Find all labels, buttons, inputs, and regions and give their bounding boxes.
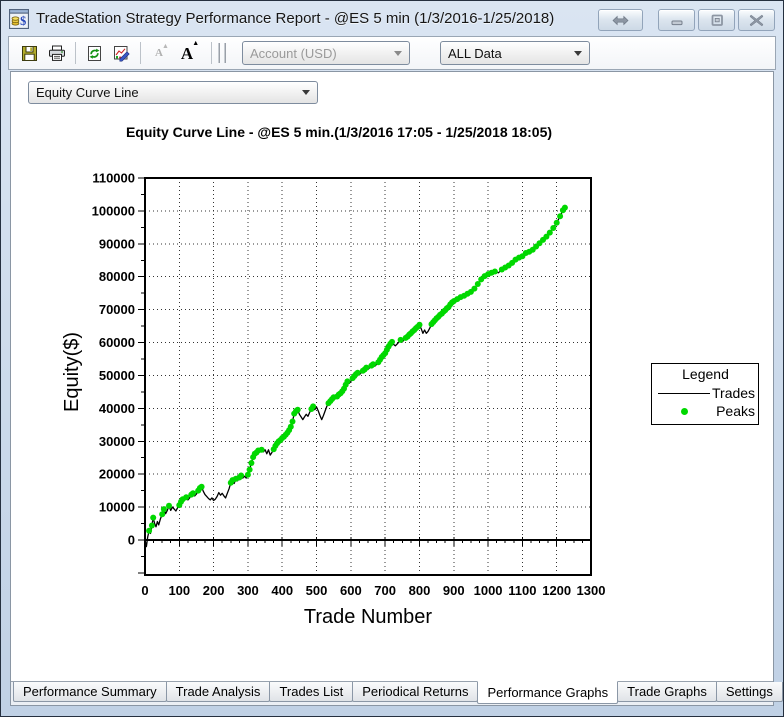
legend-title: Legend [682,366,729,382]
toolbar-separator [211,42,212,64]
report-view-select-value: Equity Curve Line [36,85,139,100]
report-settings-button[interactable] [110,41,134,65]
svg-text:110000: 110000 [92,171,135,186]
svg-text:0: 0 [128,533,135,548]
window-title: TradeStation Strategy Performance Report… [36,10,555,27]
tab-trade-graphs[interactable]: Trade Graphs [617,682,717,702]
data-range-select-value: ALL Data [448,45,502,61]
report-settings-icon [114,45,130,62]
app-icon: $ [9,8,29,29]
report-content: Equity Curve Line Equity Curve Line - @E… [10,71,783,706]
print-icon [49,45,65,61]
svg-text:30000: 30000 [99,434,135,449]
save-icon [21,45,37,61]
save-button[interactable] [17,41,41,65]
chevron-down-icon [302,90,310,95]
increase-font-button[interactable]: A ▲ [175,39,200,65]
legend-row-peaks: Peaks [656,402,755,420]
close-icon [749,14,764,26]
tab-performance-graphs[interactable]: Performance Graphs [477,681,619,704]
svg-text:700: 700 [374,583,396,598]
report-view-select[interactable]: Equity Curve Line [28,81,318,104]
svg-text:900: 900 [443,583,465,598]
tab-settings[interactable]: Settings [715,682,783,702]
chart-legend: Legend Trades Peaks [651,363,759,425]
svg-text:1200: 1200 [542,583,571,598]
svg-text:0: 0 [141,583,148,598]
svg-text:1100: 1100 [508,583,536,598]
dollar-icon: $ [20,14,26,28]
svg-text:100000: 100000 [92,203,135,218]
minimize-button[interactable] [658,9,695,31]
restore-icon [711,14,723,26]
refresh-button[interactable] [82,41,106,65]
print-button[interactable] [45,41,69,65]
double-arrow-icon [612,15,629,25]
svg-text:80000: 80000 [99,269,135,284]
minimize-icon [671,20,682,26]
data-range-select[interactable]: ALL Data [440,41,590,65]
titlebar[interactable]: $ TradeStation Strategy Performance Repo… [1,1,783,36]
app-window: $ TradeStation Strategy Performance Repo… [0,0,784,717]
toolbar-grip [218,43,220,63]
svg-text:Equity($): Equity($) [61,332,83,412]
peaks-dot-sample [680,407,688,415]
svg-text:Trade Number: Trade Number [304,606,433,628]
restore-button[interactable] [698,9,735,31]
tab-periodical-returns[interactable]: Periodical Returns [352,682,479,702]
legend-label-trades: Trades [712,385,756,401]
svg-text:300: 300 [237,583,259,598]
svg-text:90000: 90000 [99,236,135,251]
toolbar-separator [75,42,76,64]
svg-text:1000: 1000 [474,583,503,598]
legend-row-trades: Trades [656,384,755,402]
decrease-font-icon: A ▲ [155,42,169,59]
tab-trade-analysis[interactable]: Trade Analysis [165,682,271,702]
decrease-font-button[interactable]: A ▲ [147,41,171,65]
chevron-down-icon [394,50,402,56]
increase-font-icon: A ▲ [180,39,200,63]
legend-label-peaks: Peaks [716,403,755,419]
svg-text:10000: 10000 [99,500,135,515]
close-button[interactable] [738,9,775,31]
tab-performance-summary[interactable]: Performance Summary [13,682,167,702]
toolbar-separator [140,42,141,64]
svg-text:500: 500 [306,583,328,598]
svg-text:40000: 40000 [99,401,135,416]
toolbar: A ▲ A ▲ Account (USD) ALL Data [8,36,776,70]
dock-button[interactable] [598,9,643,31]
chart-title: Equity Curve Line - @ES 5 min.(1/3/2016 … [125,124,553,140]
svg-text:100: 100 [168,583,190,598]
account-select-value: Account (USD) [250,45,337,61]
toolbar-grip [224,43,226,63]
svg-text:800: 800 [409,583,431,598]
svg-text:50000: 50000 [99,368,135,383]
svg-text:200: 200 [203,583,225,598]
trades-line-sample [658,392,710,394]
svg-text:20000: 20000 [99,467,135,482]
account-select[interactable]: Account (USD) [242,41,410,65]
svg-text:1300: 1300 [577,583,606,598]
tab-trades-list[interactable]: Trades List [269,682,354,702]
chevron-down-icon [574,50,582,56]
refresh-icon [87,45,101,61]
svg-text:400: 400 [271,583,293,598]
report-tabs: Performance Summary Trade Analysis Trades … [11,681,783,705]
svg-text:70000: 70000 [99,302,135,317]
svg-text:600: 600 [340,583,362,598]
svg-text:60000: 60000 [99,335,135,350]
